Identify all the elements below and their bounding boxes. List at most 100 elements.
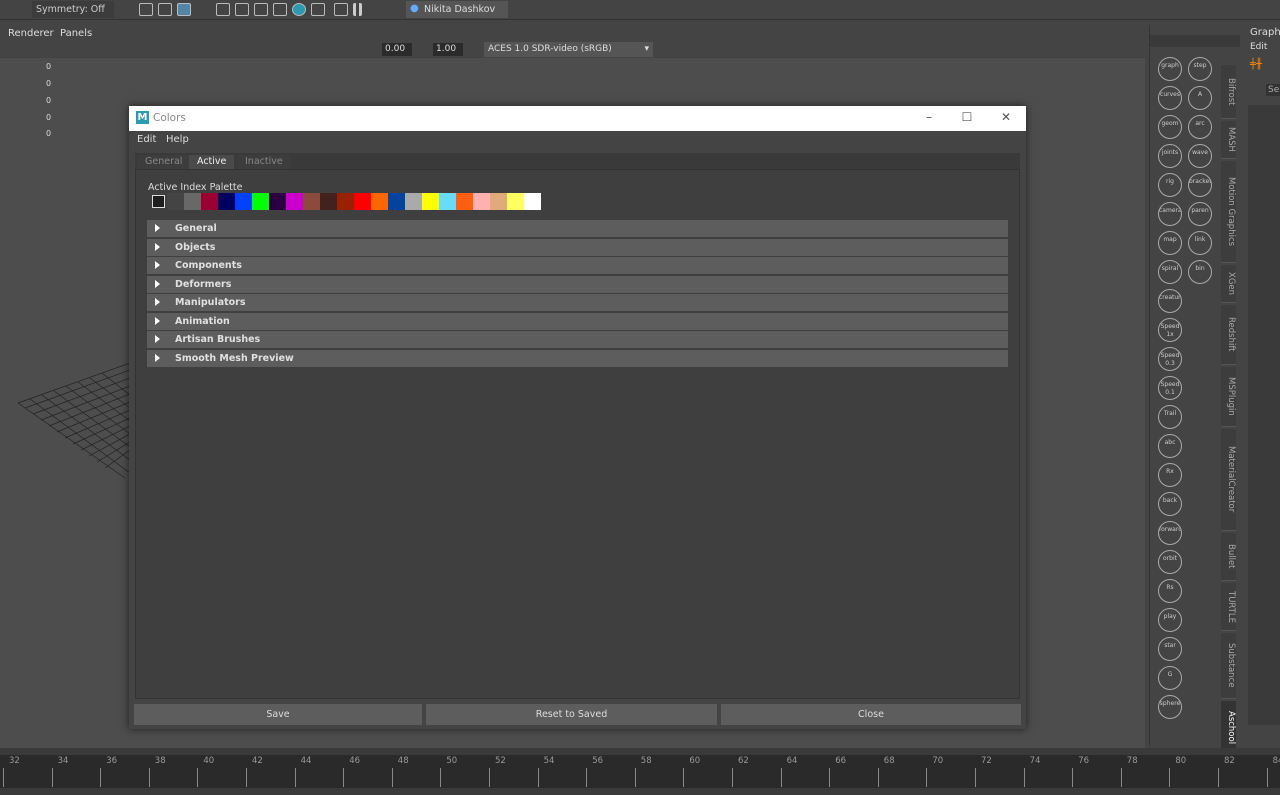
section-deformers[interactable]: Deformers: [147, 275, 1008, 293]
palette-swatch[interactable]: [184, 193, 201, 210]
shelf-play-icon[interactable]: play: [1158, 608, 1182, 632]
close-window-button[interactable]: ✕: [996, 110, 1016, 126]
exposure-field[interactable]: 0.00: [382, 43, 412, 56]
palette-swatch[interactable]: [303, 193, 320, 210]
light-editor-icon[interactable]: [334, 3, 348, 16]
shelf-wave-icon[interactable]: wave: [1188, 144, 1212, 168]
shelf-arc-icon[interactable]: arc: [1188, 115, 1212, 139]
shelf-joints-icon[interactable]: joints: [1158, 144, 1182, 168]
shelf-tab-xgen[interactable]: XGen: [1221, 265, 1236, 303]
shelf-speed-1x-icon[interactable]: Speed 1x: [1158, 318, 1182, 342]
shelf-geom-icon[interactable]: geom: [1158, 115, 1182, 139]
palette-swatch[interactable]: [490, 193, 507, 210]
pause-icon[interactable]: [353, 3, 362, 16]
hypershade-icon[interactable]: [292, 3, 306, 16]
shelf-map-icon[interactable]: map: [1158, 231, 1182, 255]
user-account-button[interactable]: Nikita Dashkov: [406, 1, 508, 18]
palette-swatch[interactable]: [286, 193, 303, 210]
section-objects[interactable]: Objects: [147, 238, 1008, 256]
palette-swatch[interactable]: [507, 193, 524, 210]
shelf-rig-icon[interactable]: rig: [1158, 173, 1182, 197]
save-button[interactable]: Save: [134, 704, 422, 725]
section-smooth-mesh-preview[interactable]: Smooth Mesh Preview: [147, 349, 1008, 367]
shelf-tab-redshift[interactable]: Redshift: [1221, 305, 1236, 365]
close-button[interactable]: Close: [721, 704, 1021, 725]
render-settings-icon[interactable]: [273, 3, 287, 16]
panels-menu[interactable]: Panels: [60, 28, 92, 39]
graph-search-input[interactable]: Se: [1266, 84, 1280, 96]
palette-swatch[interactable]: [269, 193, 286, 210]
tab-general[interactable]: General: [137, 155, 191, 169]
palette-swatch[interactable]: [371, 193, 388, 210]
shelf-bracket-icon[interactable]: bracket: [1188, 173, 1212, 197]
palette-swatch-selected[interactable]: [152, 195, 165, 208]
shelf-trail-icon[interactable]: Trail: [1158, 405, 1182, 429]
graph-view[interactable]: [1248, 105, 1280, 725]
palette-swatch[interactable]: [405, 193, 422, 210]
render-view-icon[interactable]: [216, 3, 230, 16]
section-animation[interactable]: Animation: [147, 312, 1008, 330]
snap-icon[interactable]: [158, 3, 172, 16]
shelf-tab-mash[interactable]: MASH: [1221, 121, 1236, 159]
time-ruler[interactable]: 32 34 36 38 40 42 44 46 48 50 52 54 56 58 60 62 64 66 68 70…: [0, 755, 1280, 788]
symmetry-dropdown[interactable]: Symmetry: Off: [32, 1, 114, 18]
palette-swatch[interactable]: [354, 193, 371, 210]
palette-swatch[interactable]: [218, 193, 235, 210]
shelf-tab-bifrost[interactable]: Bifrost: [1221, 65, 1236, 119]
shelf-step-icon[interactable]: step: [1188, 57, 1212, 81]
snap-icon[interactable]: [139, 3, 153, 16]
shelf-sphere-icon[interactable]: sphere: [1158, 695, 1182, 719]
shelf-spiral-icon[interactable]: spiral: [1158, 260, 1182, 284]
shelf-camera-icon[interactable]: camera: [1158, 202, 1182, 226]
tab-active[interactable]: Active: [189, 155, 235, 169]
edit-menu[interactable]: Edit: [137, 134, 156, 145]
minimize-button[interactable]: –: [919, 110, 939, 126]
palette-swatch[interactable]: [422, 193, 439, 210]
key-tangent-icon[interactable]: ╪╫: [1250, 59, 1262, 70]
shelf-g-icon[interactable]: G: [1158, 666, 1182, 690]
title-bar[interactable]: M Colors – ☐ ✕: [129, 106, 1026, 131]
shelf-tab-substance[interactable]: Substance: [1221, 633, 1236, 699]
palette-swatch[interactable]: [252, 193, 269, 210]
palette-swatch[interactable]: [439, 193, 456, 210]
render-icon[interactable]: [235, 3, 249, 16]
shelf-tab-msplugin[interactable]: MSPlugin: [1221, 367, 1236, 427]
palette-swatch[interactable]: [235, 193, 252, 210]
palette-swatch[interactable]: [388, 193, 405, 210]
shelf-tab-bullet[interactable]: Bullet: [1221, 533, 1236, 581]
graph-edit-menu[interactable]: Edit: [1250, 42, 1267, 52]
palette-swatch[interactable]: [473, 193, 490, 210]
shelf-bin-icon[interactable]: bin: [1188, 260, 1212, 284]
palette-swatch[interactable]: [320, 193, 337, 210]
shelf-a-icon[interactable]: A: [1188, 86, 1212, 110]
shelf-rx-icon[interactable]: Rx: [1158, 463, 1182, 487]
shelf-creature-icon[interactable]: creature: [1158, 289, 1182, 313]
shelf-orbit-icon[interactable]: orbit: [1158, 550, 1182, 574]
palette-swatch[interactable]: [201, 193, 218, 210]
history-icon[interactable]: [177, 3, 191, 16]
shelf-tab-turtle[interactable]: TURTLE: [1221, 583, 1236, 631]
shelf-star-icon[interactable]: star: [1158, 637, 1182, 661]
renderer-menu[interactable]: Renderer: [8, 28, 54, 39]
maximize-button[interactable]: ☐: [957, 110, 977, 126]
shelf-tab-aschool[interactable]: Aschool: [1221, 701, 1236, 755]
palette-swatch[interactable]: [337, 193, 354, 210]
time-slider[interactable]: 32 34 36 38 40 42 44 46 48 50 52 54 56 58 60 62 64 66 68 70…: [0, 748, 1280, 795]
section-artisan-brushes[interactable]: Artisan Brushes: [147, 331, 1008, 348]
ipr-icon[interactable]: [254, 3, 268, 16]
shelf-tab-motion-graphics[interactable]: Motion Graphics: [1221, 161, 1236, 263]
shelf-rs-icon[interactable]: Rs: [1158, 579, 1182, 603]
shelf-paren-icon[interactable]: paren: [1188, 202, 1212, 226]
shelf-abc-icon[interactable]: abc: [1158, 434, 1182, 458]
tab-inactive[interactable]: Inactive: [237, 155, 291, 169]
section-components[interactable]: Components: [147, 257, 1008, 274]
color-space-dropdown[interactable]: ACES 1.0 SDR-video (sRGB) ▾: [484, 42, 653, 57]
shelf-back-icon[interactable]: back: [1158, 492, 1182, 516]
shelf-graph-icon[interactable]: graph: [1158, 57, 1182, 81]
shelf-link-icon[interactable]: link: [1188, 231, 1212, 255]
palette-swatch[interactable]: [456, 193, 473, 210]
shelf-curves-icon[interactable]: curves: [1158, 86, 1182, 110]
shelf-forward-icon[interactable]: forward: [1158, 521, 1182, 545]
palette-swatch[interactable]: [167, 193, 184, 210]
reset-to-saved-button[interactable]: Reset to Saved: [426, 704, 717, 725]
